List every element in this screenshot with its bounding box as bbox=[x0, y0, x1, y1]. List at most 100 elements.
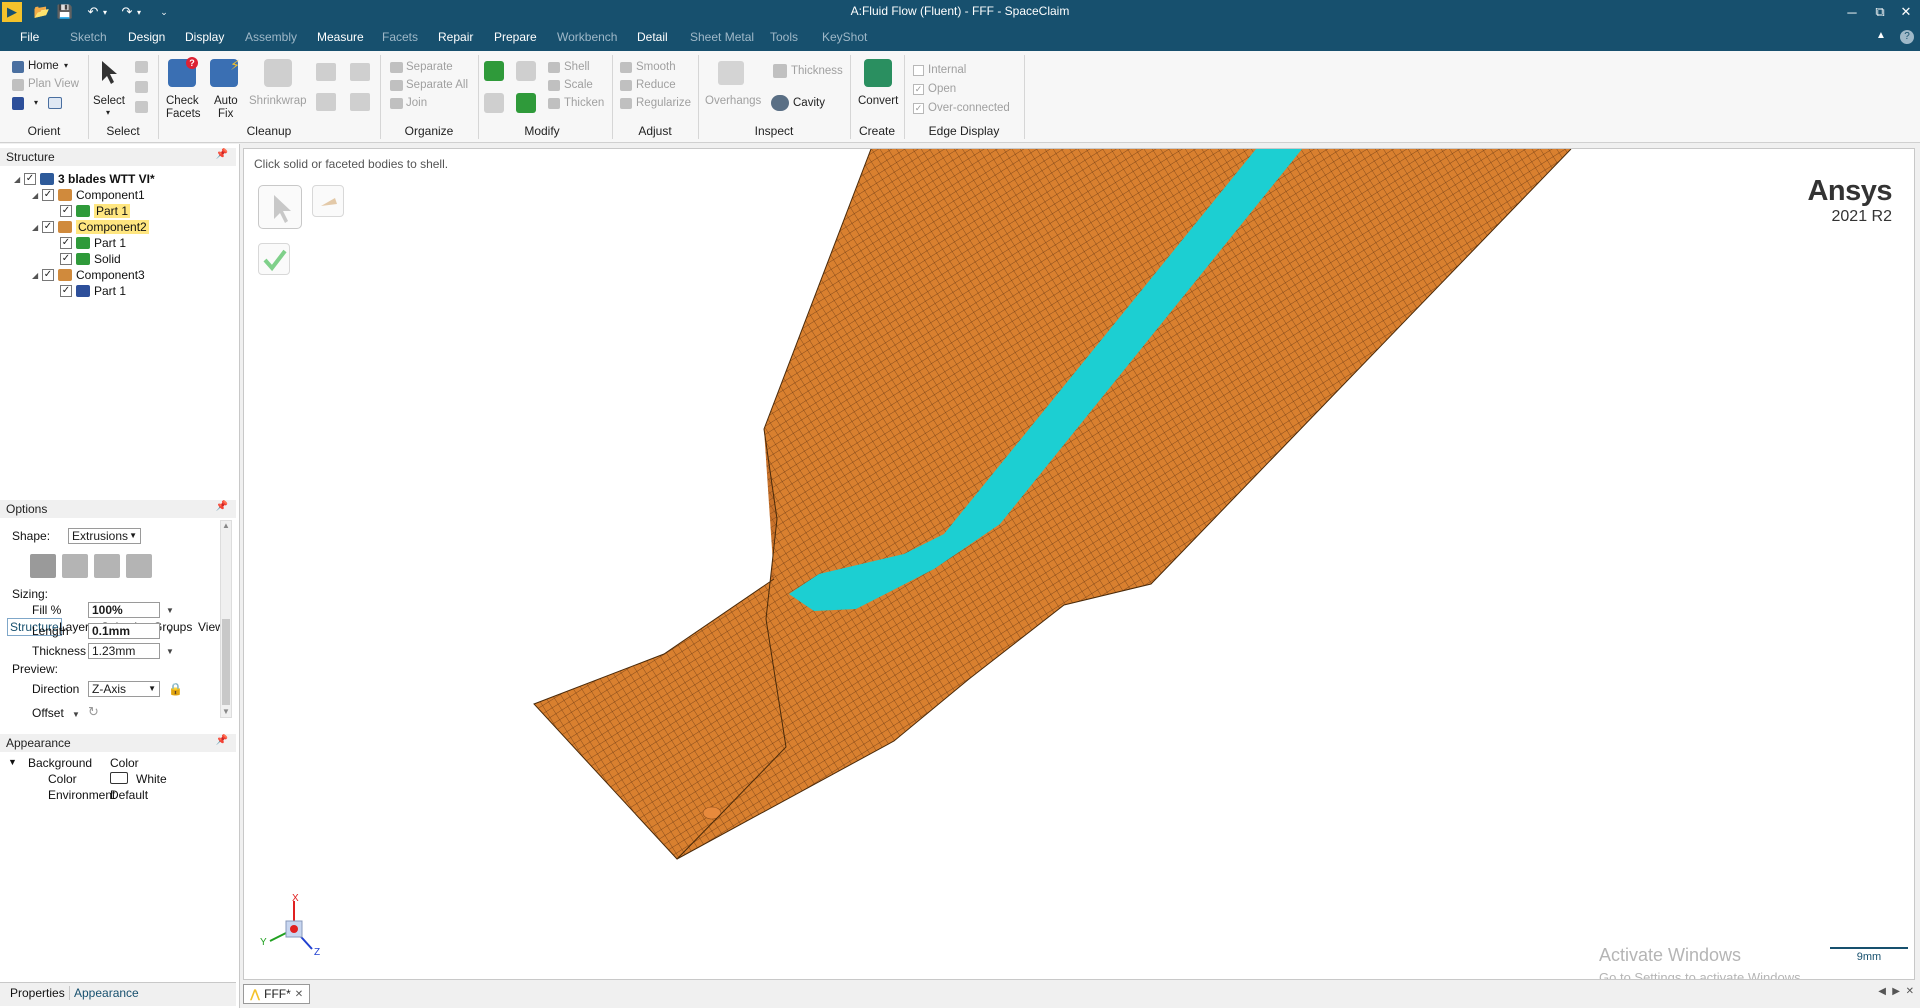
scrollbar-thumb[interactable] bbox=[222, 619, 230, 705]
select-arrow-icon[interactable] bbox=[98, 59, 120, 85]
restore-button[interactable]: ⧉ bbox=[1866, 0, 1894, 24]
visibility-checkbox[interactable]: ✓ bbox=[42, 269, 54, 281]
document-tab[interactable]: ⋀ FFF* ✕ bbox=[243, 984, 311, 1004]
modify-tool-icon[interactable] bbox=[516, 61, 536, 81]
color-value[interactable]: White bbox=[136, 772, 167, 786]
tree-node[interactable]: ◢ ✓ Component3 bbox=[32, 267, 145, 283]
environment-value[interactable]: Default bbox=[110, 788, 148, 802]
color-swatch[interactable] bbox=[110, 772, 128, 784]
close-button[interactable]: ✕ bbox=[1892, 0, 1920, 24]
thickness-input[interactable]: 1.23mm bbox=[88, 643, 160, 659]
convert-icon[interactable] bbox=[864, 59, 892, 87]
shape-style-icon[interactable] bbox=[94, 554, 120, 578]
tab-display[interactable]: Display bbox=[185, 30, 224, 44]
separate-button[interactable]: Separate bbox=[406, 61, 453, 73]
collapse-ribbon-icon[interactable]: ▲ bbox=[1876, 30, 1886, 41]
cleanup-tool-icon[interactable] bbox=[350, 63, 370, 81]
shrinkwrap-button[interactable]: Shrinkwrap bbox=[249, 95, 307, 107]
mesh-model[interactable] bbox=[244, 149, 1915, 980]
open-checkbox[interactable]: ✓ bbox=[913, 84, 924, 95]
select-option-icon[interactable] bbox=[135, 101, 148, 113]
visibility-checkbox[interactable]: ✓ bbox=[42, 189, 54, 201]
shape-style-icon[interactable] bbox=[62, 554, 88, 578]
tab-facets[interactable]: Facets bbox=[382, 30, 418, 44]
cleanup-tool-icon[interactable] bbox=[350, 93, 370, 111]
help-icon[interactable]: ? bbox=[1900, 30, 1914, 44]
scale-button[interactable]: Scale bbox=[564, 79, 593, 91]
view-cube-icon[interactable] bbox=[12, 97, 24, 110]
fill-input[interactable]: 100% bbox=[88, 602, 160, 618]
tab-measure[interactable]: Measure bbox=[317, 30, 364, 44]
internal-checkbox[interactable] bbox=[913, 65, 924, 76]
thicken-button[interactable]: Thicken bbox=[564, 97, 604, 109]
plan-view-button[interactable]: Plan View bbox=[28, 78, 79, 90]
expand-icon[interactable]: ◢ bbox=[32, 223, 42, 232]
shell-button[interactable]: Shell bbox=[564, 61, 590, 73]
expand-icon[interactable]: ◢ bbox=[32, 271, 42, 280]
select-option-icon[interactable] bbox=[135, 61, 148, 73]
cavity-button[interactable]: Cavity bbox=[793, 97, 825, 109]
thickness-dropdown-icon[interactable]: ▼ bbox=[166, 647, 174, 656]
shrinkwrap-icon[interactable] bbox=[264, 59, 292, 87]
home-dropdown-icon[interactable]: ▾ bbox=[64, 61, 68, 70]
lock-direction-icon[interactable]: 🔒 bbox=[168, 682, 183, 696]
home-button[interactable]: Home bbox=[28, 60, 59, 72]
view-dropdown-icon[interactable]: ▾ bbox=[34, 98, 38, 107]
tab-workbench[interactable]: Workbench bbox=[557, 30, 617, 44]
visibility-checkbox[interactable]: ✓ bbox=[60, 205, 72, 217]
reset-offset-icon[interactable]: ↻ bbox=[88, 704, 102, 719]
check-facets-button[interactable]: Check bbox=[166, 95, 199, 107]
tab-assembly[interactable]: Assembly bbox=[245, 30, 297, 44]
tab-repair[interactable]: Repair bbox=[438, 30, 473, 44]
pin-icon[interactable]: 📌 bbox=[216, 735, 228, 746]
tree-node[interactable]: ◢ ✓ 3 blades WTT VI* bbox=[14, 171, 155, 187]
auto-fix-icon[interactable]: ⚡ bbox=[210, 57, 240, 87]
shape-select[interactable]: Extrusions ▼ bbox=[68, 528, 141, 544]
modify-tool-icon[interactable] bbox=[484, 93, 504, 113]
separate-all-button[interactable]: Separate All bbox=[406, 79, 468, 91]
length-input[interactable]: 0.1mm bbox=[88, 623, 160, 639]
cleanup-tool-icon[interactable] bbox=[316, 93, 336, 111]
over-connected-checkbox[interactable]: ✓ bbox=[913, 103, 924, 114]
cleanup-tool-icon[interactable] bbox=[316, 63, 336, 81]
length-dropdown-icon[interactable]: ▼ bbox=[166, 627, 174, 636]
modify-facets-icon[interactable] bbox=[484, 61, 504, 81]
direction-select[interactable]: Z-Axis ▼ bbox=[88, 681, 160, 697]
minimize-button[interactable]: ─ bbox=[1838, 0, 1866, 24]
tab-design[interactable]: Design bbox=[128, 30, 165, 44]
visibility-checkbox[interactable]: ✓ bbox=[24, 173, 36, 185]
visibility-checkbox[interactable]: ✓ bbox=[60, 253, 72, 265]
close-tab-icon[interactable]: ✕ bbox=[295, 989, 303, 1000]
select-button[interactable]: Select bbox=[93, 95, 125, 107]
tree-node[interactable]: ✓ Part 1 bbox=[50, 203, 131, 219]
shape-style-icon[interactable] bbox=[30, 554, 56, 578]
check-facets-icon[interactable]: ? bbox=[168, 57, 198, 87]
tab-tools[interactable]: Tools bbox=[770, 30, 798, 44]
tab-file[interactable]: File bbox=[20, 30, 39, 44]
visibility-checkbox[interactable]: ✓ bbox=[60, 285, 72, 297]
shape-style-icon[interactable] bbox=[126, 554, 152, 578]
tab-sheet-metal[interactable]: Sheet Metal bbox=[690, 30, 754, 44]
expand-icon[interactable]: ◢ bbox=[32, 191, 42, 200]
expand-icon[interactable]: ◢ bbox=[14, 175, 24, 184]
tab-scroll-right-icon[interactable]: ▶ bbox=[1892, 986, 1900, 997]
visibility-checkbox[interactable]: ✓ bbox=[60, 237, 72, 249]
convert-button[interactable]: Convert bbox=[858, 95, 898, 107]
overhangs-button[interactable]: Overhangs bbox=[705, 95, 761, 107]
reduce-button[interactable]: Reduce bbox=[636, 79, 676, 91]
pin-icon[interactable]: 📌 bbox=[216, 149, 228, 160]
join-button[interactable]: Join bbox=[406, 97, 427, 109]
tree-node[interactable]: ✓ Part 1 bbox=[50, 235, 126, 251]
tab-detail[interactable]: Detail bbox=[637, 30, 668, 44]
overhangs-icon[interactable] bbox=[718, 61, 744, 85]
regularize-button[interactable]: Regularize bbox=[636, 97, 691, 109]
modify-facets-icon[interactable] bbox=[516, 93, 536, 113]
offset-dropdown-icon[interactable]: ▼ bbox=[72, 710, 80, 719]
tab-scroll-left-icon[interactable]: ◀ bbox=[1878, 986, 1886, 997]
visibility-checkbox[interactable]: ✓ bbox=[42, 221, 54, 233]
bottom-tab-properties[interactable]: Properties bbox=[10, 986, 65, 1000]
tree-node[interactable]: ◢ ✓ Component2 bbox=[32, 219, 149, 235]
tree-node[interactable]: ◢ ✓ Component1 bbox=[32, 187, 145, 203]
thickness-button[interactable]: Thickness bbox=[791, 65, 843, 77]
tab-keyshot[interactable]: KeyShot bbox=[822, 30, 867, 44]
